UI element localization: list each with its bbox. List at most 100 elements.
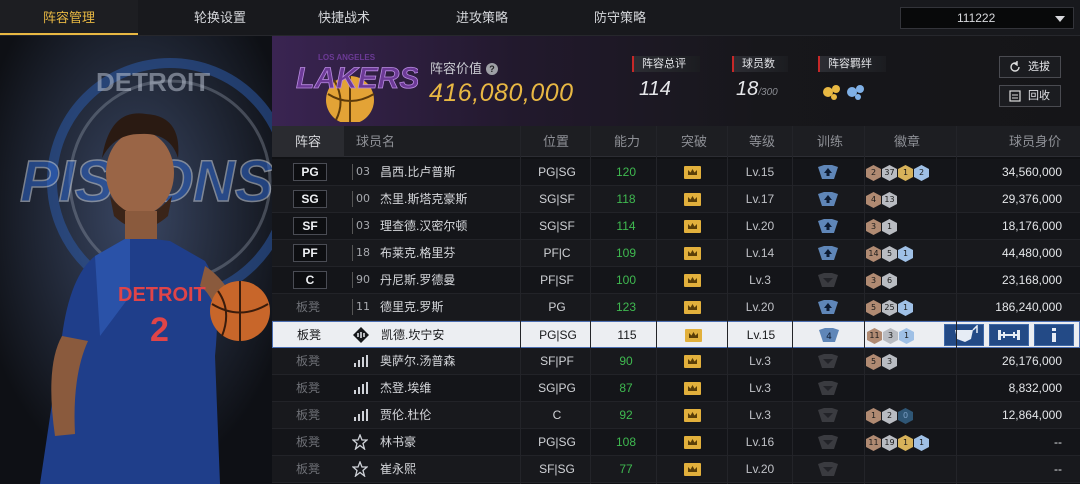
badge-icon: 1 bbox=[898, 165, 913, 181]
table-row[interactable]: 板凳 杰登.埃维 SG|PG 87 Lv.3 8,832,000 bbox=[272, 375, 1080, 402]
training-up-icon[interactable] bbox=[818, 300, 838, 314]
player-ability: 77 bbox=[619, 462, 633, 476]
account-dropdown[interactable]: 111222 bbox=[900, 7, 1074, 29]
training-level-icon[interactable]: 4 bbox=[819, 328, 839, 342]
player-name[interactable]: 凯德.坎宁安 bbox=[381, 322, 444, 348]
training-empty-icon[interactable] bbox=[818, 435, 838, 449]
badge-group[interactable]: 14 5 1 bbox=[866, 245, 914, 262]
player-name[interactable]: 布莱克.格里芬 bbox=[380, 240, 455, 266]
player-position: SG|SF bbox=[539, 192, 575, 206]
col-level[interactable]: 等级 bbox=[749, 126, 775, 157]
crown-icon bbox=[684, 382, 701, 395]
slot-bench[interactable]: 板凳 bbox=[272, 348, 344, 374]
slot-badge[interactable]: SF bbox=[293, 217, 327, 235]
training-empty-icon[interactable] bbox=[818, 273, 838, 287]
badge-group[interactable]: 31 bbox=[866, 218, 898, 235]
col-badges[interactable]: 徽章 bbox=[894, 126, 920, 157]
slot-bench[interactable]: 板凳 bbox=[273, 322, 345, 348]
player-name[interactable]: 杰里.斯塔克豪斯 bbox=[380, 186, 467, 212]
col-lineup[interactable]: 阵容 bbox=[272, 126, 344, 157]
col-player-name[interactable]: 球员名 bbox=[356, 126, 395, 157]
player-name[interactable]: 林书豪 bbox=[380, 429, 416, 455]
bond-icon[interactable] bbox=[822, 82, 868, 102]
tab-lineup-management[interactable]: 阵容管理 bbox=[0, 0, 138, 35]
tab-quick-tactics[interactable]: 快捷战术 bbox=[275, 0, 413, 35]
player-name[interactable]: 奥萨尔.汤普森 bbox=[380, 348, 455, 374]
player-name[interactable]: 昌西.比卢普斯 bbox=[380, 159, 455, 185]
table-row[interactable]: 板凳 11 德里克.罗斯 PG 123 Lv.20 5 25 1 186,240,000 bbox=[272, 294, 1080, 321]
table-row[interactable]: PG 03 昌西.比卢普斯 PG|SG 120 Lv.15 2 37 1 2 34,560,000 bbox=[272, 159, 1080, 186]
recycle-button[interactable]: 回收 bbox=[999, 85, 1061, 107]
tab-offense[interactable]: 进攻策略 bbox=[413, 0, 551, 35]
jersey-text: DETROIT bbox=[118, 284, 206, 306]
table-row[interactable]: SF 03 理查德.汉密尔顿 SG|SF 114 Lv.20 3 1 18,176,000 bbox=[272, 213, 1080, 240]
slot-badge[interactable]: SG bbox=[293, 190, 327, 208]
training-up-icon[interactable] bbox=[818, 246, 838, 260]
player-level: Lv.3 bbox=[749, 408, 771, 422]
training-up-icon[interactable] bbox=[818, 192, 838, 206]
roster-table: 阵容 球员名 位置 能力 突破 等级 训练 徽章 球员身价 PG 03 昌西.比卢普… bbox=[272, 126, 1080, 484]
badge-group[interactable]: 5 25 1 bbox=[866, 299, 914, 316]
col-ability[interactable]: 能力 bbox=[614, 126, 640, 157]
player-name[interactable]: 贾伦.杜伦 bbox=[380, 402, 431, 428]
table-row[interactable]: SG 00 杰里.斯塔克豪斯 SG|SF 118 Lv.17 4 13 29,376,000 bbox=[272, 186, 1080, 213]
badge-group[interactable]: 120 bbox=[866, 407, 914, 424]
player-name[interactable]: 理查德.汉密尔顿 bbox=[380, 213, 467, 239]
player-value: 34,560,000 bbox=[1001, 165, 1062, 179]
slot-bench[interactable]: 板凳 bbox=[272, 294, 344, 320]
jersey-number: 00 bbox=[356, 192, 370, 205]
slot-bench[interactable]: 板凳 bbox=[272, 429, 344, 455]
lineup-value: 416,080,000 bbox=[429, 79, 574, 107]
player-name[interactable]: 杰登.埃维 bbox=[380, 375, 431, 401]
player-position: PF|C bbox=[543, 246, 571, 260]
slot-bench[interactable]: 板凳 bbox=[272, 402, 344, 428]
player-level: Lv.3 bbox=[749, 381, 771, 395]
training-empty-icon[interactable] bbox=[818, 408, 838, 422]
logo-text: LAKERS bbox=[296, 62, 418, 95]
slot-badge[interactable]: PF bbox=[293, 244, 327, 262]
badge-group[interactable]: 2 37 1 2 bbox=[866, 164, 930, 181]
player-ability: 114 bbox=[616, 219, 636, 233]
player-position: PG|SG bbox=[538, 435, 576, 449]
tab-defense[interactable]: 防守策略 bbox=[551, 0, 689, 35]
player-name[interactable]: 丹尼斯.罗德曼 bbox=[380, 267, 455, 293]
player-level: Lv.16 bbox=[745, 435, 775, 449]
select-button[interactable]: 选拔 bbox=[999, 56, 1061, 78]
player-name[interactable]: 德里克.罗斯 bbox=[380, 294, 443, 320]
promote-button[interactable] bbox=[944, 324, 984, 346]
table-row[interactable]: 板凳 崔永熙 SF|SG 77 Lv.20 -- bbox=[272, 456, 1080, 483]
table-row[interactable]: 板凳 林书豪 PG|SG 108 Lv.16 11 19 1 1 -- bbox=[272, 429, 1080, 456]
badge-group[interactable]: 4 13 bbox=[866, 191, 898, 208]
badge-group[interactable]: 36 bbox=[866, 272, 898, 289]
tier-bars-icon bbox=[354, 355, 368, 367]
badge-group[interactable]: 11 19 1 1 bbox=[866, 434, 930, 451]
table-row[interactable]: 板凳 贾伦.杜伦 C 92 Lv.3 1 2 0 12,864,000 bbox=[272, 402, 1080, 429]
training-empty-icon[interactable] bbox=[818, 354, 838, 368]
tab-rotation[interactable]: 轮换设置 bbox=[151, 0, 289, 35]
badge-group[interactable]: 11 3 1 bbox=[867, 327, 915, 344]
table-row[interactable]: PF 18 布莱克.格里芬 PF|C 109 Lv.14 14 5 1 44,480,000 bbox=[272, 240, 1080, 267]
slot-badge[interactable]: PG bbox=[293, 163, 327, 181]
help-icon[interactable]: ? bbox=[486, 63, 499, 75]
slot-badge[interactable]: C bbox=[293, 271, 327, 289]
player-value: 18,176,000 bbox=[1001, 219, 1062, 233]
table-row[interactable]: C 90 丹尼斯.罗德曼 PF|SF 100 Lv.3 3 6 23,168,000 bbox=[272, 267, 1080, 294]
training-up-icon[interactable] bbox=[818, 219, 838, 233]
player-value: 23,168,000 bbox=[1001, 273, 1062, 287]
col-position[interactable]: 位置 bbox=[543, 126, 569, 157]
training-empty-icon[interactable] bbox=[818, 381, 838, 395]
badge-group[interactable]: 53 bbox=[866, 353, 898, 370]
col-training[interactable]: 训练 bbox=[817, 126, 843, 157]
training-up-icon[interactable] bbox=[818, 165, 838, 179]
training-empty-icon[interactable] bbox=[818, 462, 838, 476]
info-button[interactable] bbox=[1034, 324, 1074, 346]
slot-bench[interactable]: 板凳 bbox=[272, 375, 344, 401]
slot-bench[interactable]: 板凳 bbox=[272, 456, 344, 482]
player-name[interactable]: 崔永熙 bbox=[380, 456, 416, 482]
col-value[interactable]: 球员身价 bbox=[1009, 126, 1061, 157]
badge-icon: 3 bbox=[883, 328, 898, 344]
col-breakthrough[interactable]: 突破 bbox=[681, 126, 707, 157]
train-button[interactable] bbox=[989, 324, 1029, 346]
table-row[interactable]: 板凳 奥萨尔.汤普森 SF|PF 90 Lv.3 5 3 26,176,000 bbox=[272, 348, 1080, 375]
table-row[interactable]: 板凳 凯德.坎宁安 PG|SG 115 Lv.15 4 11 3 1 bbox=[272, 321, 1080, 348]
